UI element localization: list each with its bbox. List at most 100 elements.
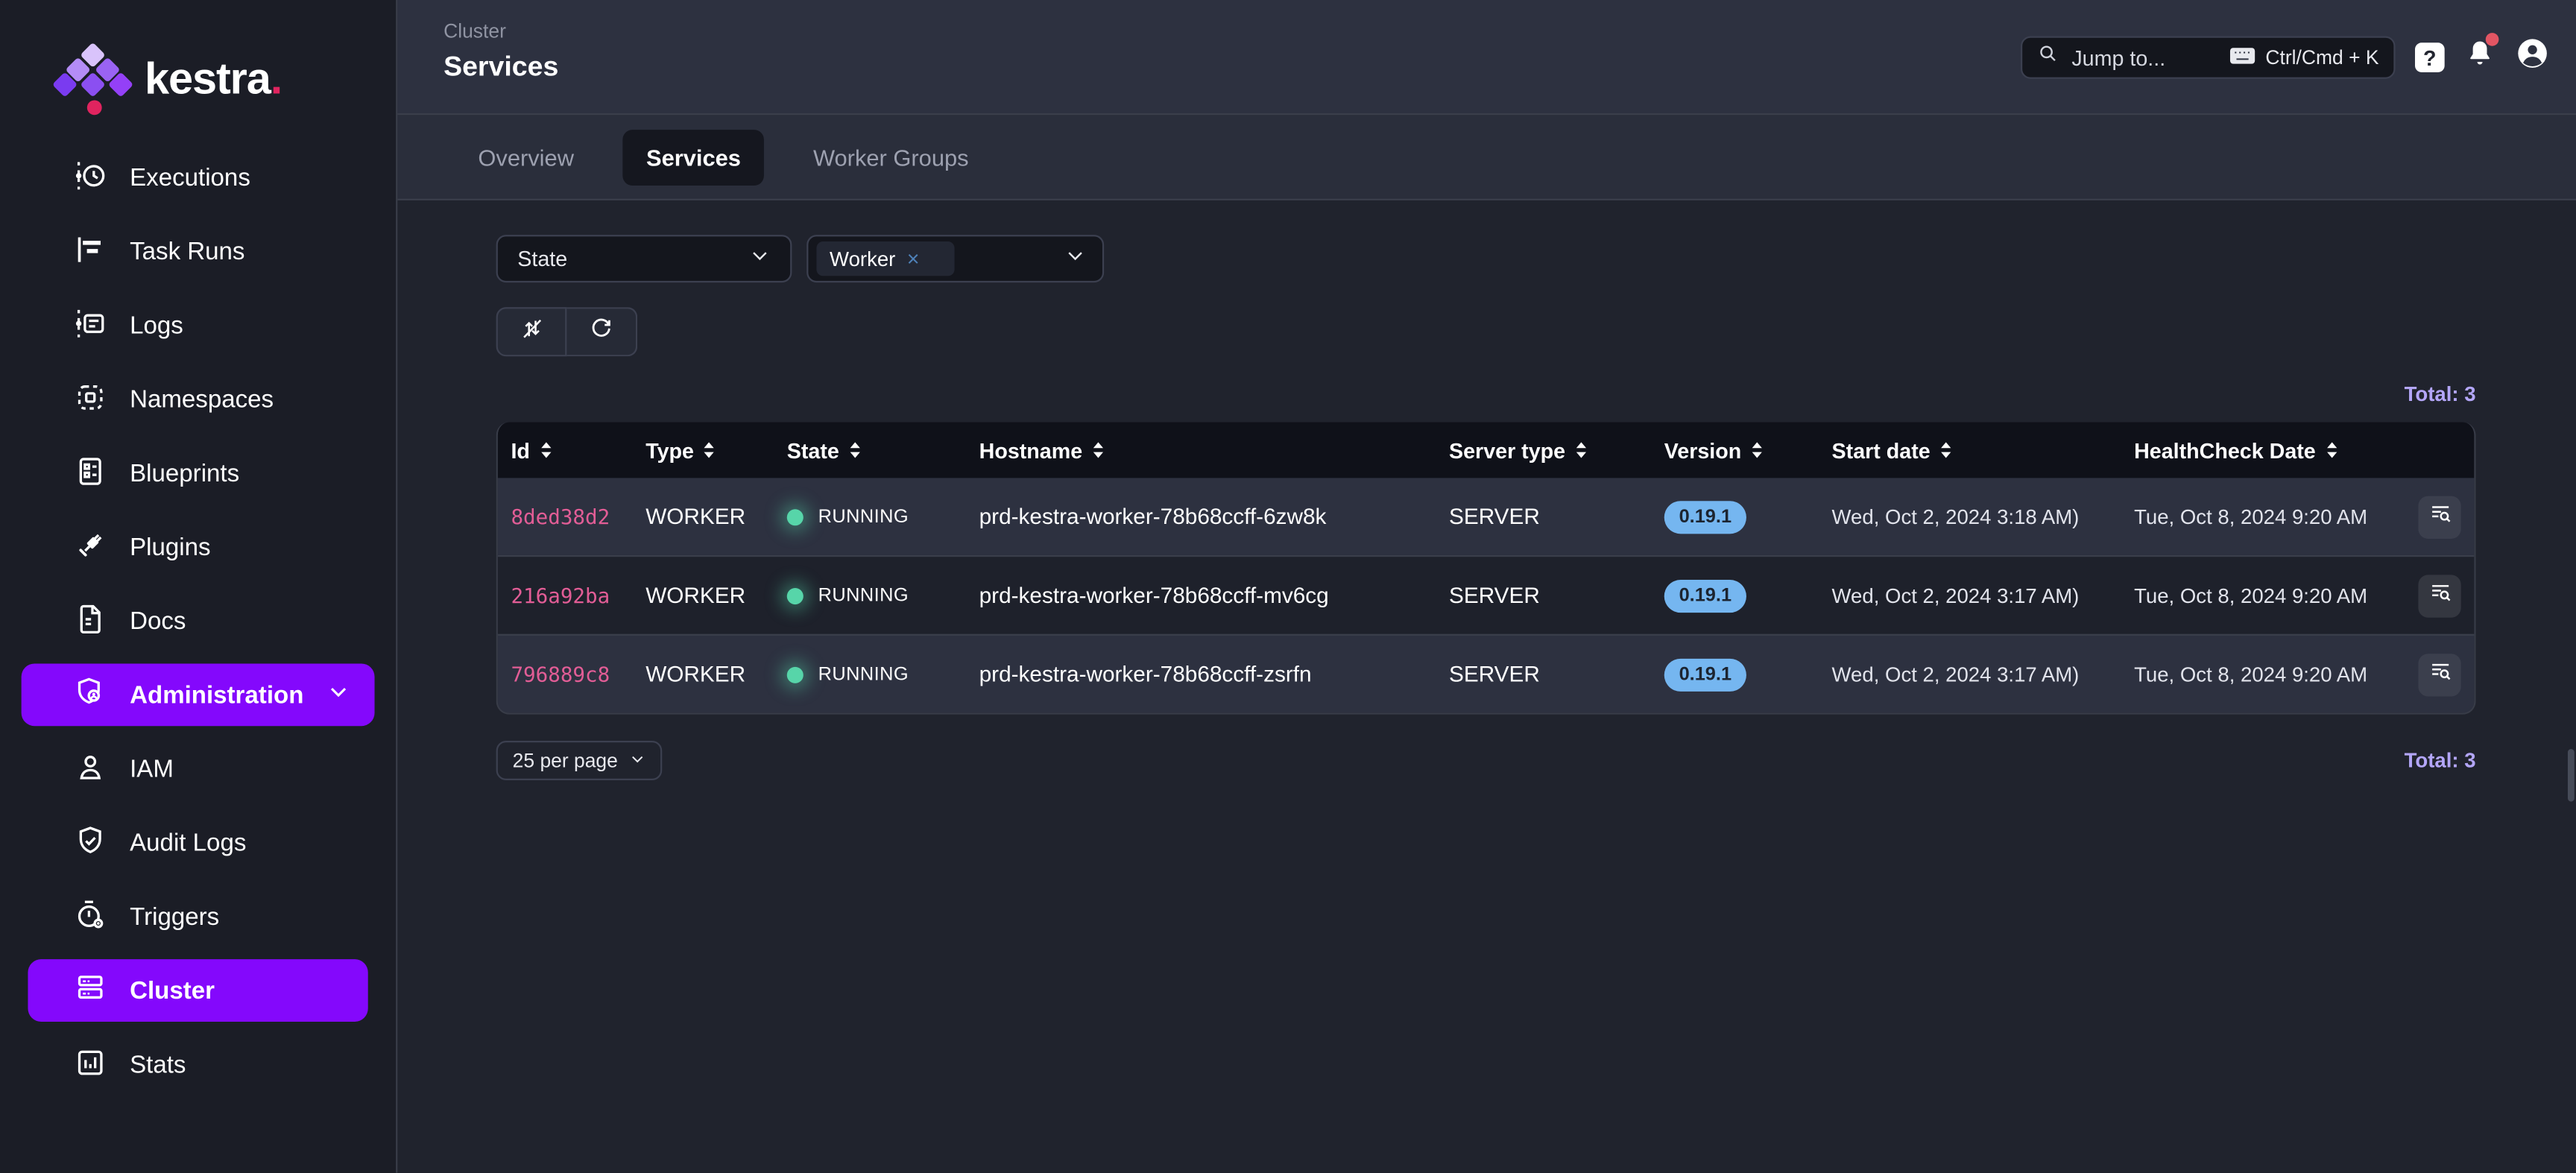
keyboard-icon <box>2229 45 2255 70</box>
sort-icon <box>1090 440 1105 460</box>
chip-close-icon[interactable]: × <box>907 247 920 271</box>
clear-sort-button[interactable] <box>496 307 567 356</box>
sidebar-item-label: Blueprints <box>130 460 239 487</box>
sidebar-item-blueprints[interactable]: Blueprints <box>0 437 396 510</box>
column-header-id[interactable]: Id <box>511 437 645 462</box>
service-hostname: prd-kestra-worker-78b68ccff-zsrfn <box>979 662 1449 686</box>
global-search-input[interactable]: Jump to... Ctrl/Cmd + K <box>2021 36 2396 78</box>
sidebar-item-label: Cluster <box>130 976 215 1004</box>
list-search-icon <box>2428 658 2452 691</box>
service-type: WORKER <box>645 505 787 529</box>
kestra-logo[interactable]: kestra. <box>0 0 396 115</box>
service-id-link[interactable]: 796889c8 <box>511 662 645 686</box>
service-id-link[interactable]: 8ded38d2 <box>511 505 645 529</box>
search-placeholder: Jump to... <box>2071 45 2216 70</box>
chevron-down-icon <box>326 680 350 709</box>
per-page-label: 25 per page <box>513 749 618 772</box>
sidebar-item-logs[interactable]: Logs <box>0 289 396 363</box>
service-hostname: prd-kestra-worker-78b68ccff-6zw8k <box>979 505 1449 529</box>
service-id-link[interactable]: 216a92ba <box>511 583 645 607</box>
state-filter-label: State <box>517 247 749 271</box>
service-state: RUNNING <box>787 665 979 684</box>
sidebar-item-plugins[interactable]: Plugins <box>0 510 396 584</box>
version-badge: 0.19.1 <box>1664 579 1746 612</box>
sidebar-item-iam[interactable]: IAM <box>0 733 396 806</box>
worker-chip-label: Worker <box>830 247 895 271</box>
sidebar-item-docs[interactable]: Docs <box>0 585 396 659</box>
state-filter-select[interactable]: State <box>496 235 792 282</box>
sidebar-item-cluster[interactable]: Cluster <box>28 959 367 1022</box>
breadcrumb: Cluster Services <box>443 0 558 83</box>
running-dot-icon <box>787 508 804 525</box>
column-header-hostname[interactable]: Hostname <box>979 437 1449 462</box>
tab-services[interactable]: Services <box>623 129 764 185</box>
chevron-down-icon <box>749 244 771 274</box>
search-shortcut: Ctrl/Cmd + K <box>2229 45 2379 70</box>
total-row-top: Total: 3 <box>496 383 2476 406</box>
service-version: 0.19.1 <box>1664 579 1832 612</box>
sidebar-item-label: Docs <box>130 608 186 636</box>
timeline-clock-icon <box>74 159 107 198</box>
shield-check-icon <box>74 823 107 863</box>
notification-dot <box>2486 33 2499 46</box>
page-title: Services <box>443 51 558 83</box>
service-state: RUNNING <box>787 507 979 526</box>
view-logs-button[interactable] <box>2418 653 2460 695</box>
service-version: 0.19.1 <box>1664 500 1832 533</box>
timer-cog-icon <box>74 898 107 938</box>
sidebar-item-audit-logs[interactable]: Audit Logs <box>0 806 396 880</box>
breadcrumb-cluster[interactable]: Cluster <box>443 19 558 42</box>
type-filter-select[interactable]: Worker × <box>806 235 1104 282</box>
view-logs-button[interactable] <box>2418 496 2460 538</box>
main-area: Cluster Services Jump to... Ctrl/Cmd + K <box>397 0 2576 1173</box>
notifications-button[interactable] <box>2464 38 2496 78</box>
sidebar-item-label: IAM <box>130 756 174 783</box>
tab-overview[interactable]: Overview <box>455 129 597 185</box>
total-count: Total: 3 <box>2405 749 2476 772</box>
help-glyph: ? <box>2423 45 2437 70</box>
service-version: 0.19.1 <box>1664 658 1832 691</box>
worker-filter-chip: Worker × <box>816 241 953 276</box>
refresh-button[interactable] <box>566 307 637 356</box>
account-circle-icon <box>2515 36 2549 78</box>
column-header-server-type[interactable]: Server type <box>1449 437 1664 462</box>
sidebar-item-administration[interactable]: Administration <box>22 663 375 726</box>
help-button[interactable]: ? <box>2415 42 2445 72</box>
list-search-icon <box>2428 500 2452 533</box>
column-header-version[interactable]: Version <box>1664 437 1832 462</box>
view-logs-button[interactable] <box>2418 574 2460 616</box>
filters: State Worker × <box>496 235 2476 282</box>
column-header-state[interactable]: State <box>787 437 979 462</box>
sidebar-item-stats[interactable]: Stats <box>0 1028 396 1102</box>
sidebar-item-triggers[interactable]: Triggers <box>0 880 396 954</box>
sidebar-item-namespaces[interactable]: Namespaces <box>0 363 396 437</box>
scrollbar-thumb[interactable] <box>2568 749 2575 802</box>
version-badge: 0.19.1 <box>1664 658 1746 691</box>
service-healthcheck-date: Tue, Oct 8, 2024 9:20 AM <box>2134 505 2389 528</box>
account-icon <box>74 750 107 789</box>
cluster-tabs: Overview Services Worker Groups <box>397 115 2576 200</box>
service-healthcheck-date: Tue, Oct 8, 2024 9:20 AM <box>2134 663 2389 686</box>
blueprint-card-icon <box>74 454 107 493</box>
timeline-text-icon <box>74 306 107 346</box>
sort-off-icon <box>518 314 544 349</box>
sidebar-item-label: Triggers <box>130 903 219 931</box>
sidebar-item-task-runs[interactable]: Task Runs <box>0 215 396 289</box>
column-header-healthcheck-date[interactable]: HealthCheck Date <box>2134 437 2389 462</box>
service-type: WORKER <box>645 583 787 607</box>
sidebar-item-label: Audit Logs <box>130 829 246 857</box>
top-actions: Jump to... Ctrl/Cmd + K ? <box>2021 36 2550 78</box>
service-server-type: SERVER <box>1449 583 1664 607</box>
sidebar-item-executions[interactable]: Executions <box>0 142 396 215</box>
sidebar-item-label: Stats <box>130 1052 186 1079</box>
table-header: Id Type State Hostname Server type Versi… <box>498 422 2475 478</box>
service-start-date: Wed, Oct 2, 2024 3:18 AM) <box>1832 505 2135 528</box>
tab-worker-groups[interactable]: Worker Groups <box>790 129 991 185</box>
service-server-type: SERVER <box>1449 662 1664 686</box>
account-menu-button[interactable] <box>2515 36 2549 78</box>
column-header-start-date[interactable]: Start date <box>1832 437 2135 462</box>
column-header-type[interactable]: Type <box>645 437 787 462</box>
chevron-down-icon <box>629 749 645 772</box>
per-page-select[interactable]: 25 per page <box>496 741 663 780</box>
sidebar-item-label: Namespaces <box>130 386 274 414</box>
